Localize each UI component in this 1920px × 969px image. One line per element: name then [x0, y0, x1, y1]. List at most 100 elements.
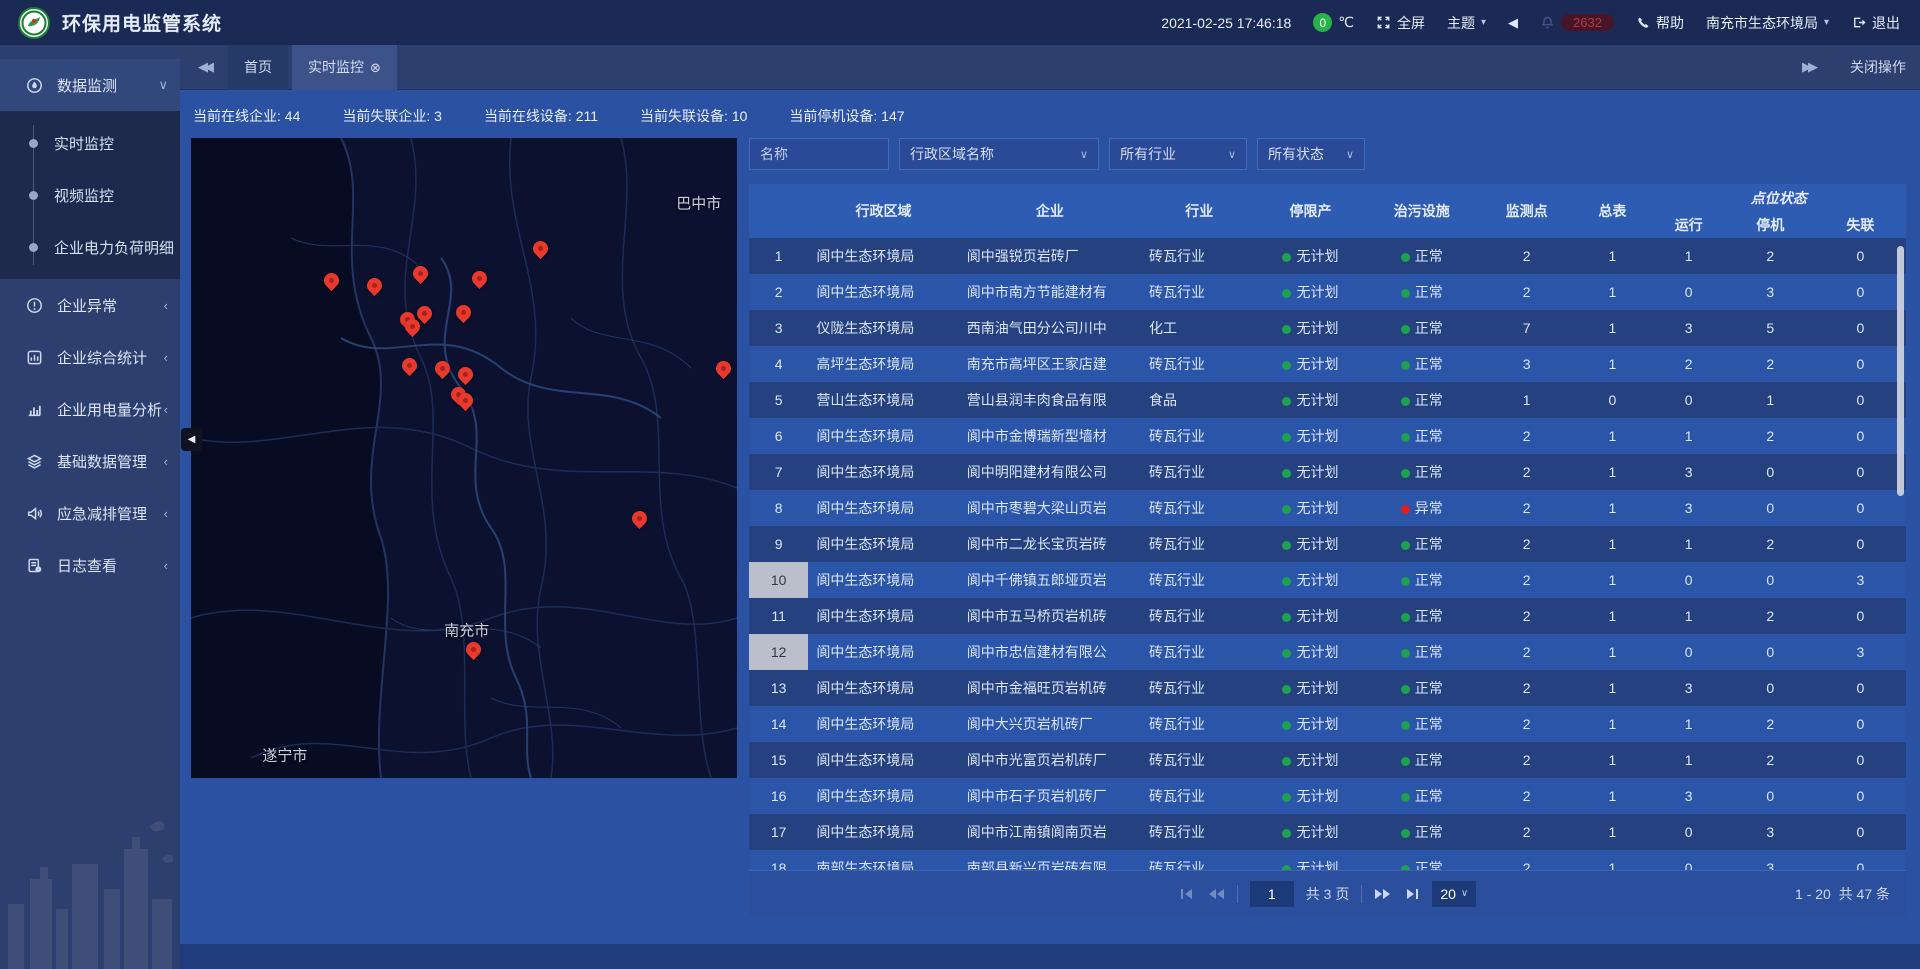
app-logo-icon	[18, 7, 50, 39]
name-search-input[interactable]: 名称	[749, 138, 889, 170]
status-dot-green	[1401, 469, 1410, 478]
app-header: 环保用电监管系统 2021-02-25 17:46:18 0 ℃ 全屏 主题▾ …	[0, 0, 1920, 45]
status-dot-green	[1282, 505, 1291, 514]
sidebar-item-company-stats[interactable]: 企业综合统计‹	[0, 331, 180, 383]
map-pin[interactable]	[533, 241, 549, 257]
log-icon	[26, 557, 44, 574]
tabs-scroll-left-icon[interactable]: ◀◀	[188, 59, 220, 75]
map-pin[interactable]	[405, 319, 421, 335]
map-pin[interactable]	[472, 271, 488, 287]
table-row[interactable]: 7阆中生态环境局阆中明阳建材有限公司砖瓦行业无计划正常21300	[749, 454, 1906, 490]
help-button[interactable]: 帮助	[1636, 13, 1684, 33]
industry-select[interactable]: 所有行业 ∨	[1109, 138, 1247, 170]
tab-realtime-monitor[interactable]: 实时监控⊗	[292, 45, 397, 90]
next-page-icon[interactable]	[1374, 887, 1392, 901]
map-pin[interactable]	[324, 273, 340, 289]
map-pin[interactable]	[367, 278, 383, 294]
table-row[interactable]: 16阆中生态环境局阆中市石子页岩机砖厂砖瓦行业无计划正常21300	[749, 778, 1906, 814]
sidebar-subitem[interactable]: 实时监控	[0, 117, 180, 169]
bullet-icon	[29, 191, 38, 200]
sidebar-subitem[interactable]: 视频监控	[0, 169, 180, 221]
map-pin[interactable]	[466, 642, 482, 658]
datetime: 2021-02-25 17:46:18	[1161, 15, 1291, 31]
table-row[interactable]: 15阆中生态环境局阆中市光富页岩机砖厂砖瓦行业无计划正常21120	[749, 742, 1906, 778]
sidebar-item-company-abnormal[interactable]: 企业异常‹	[0, 279, 180, 331]
col-lost: 失联	[1815, 211, 1906, 238]
status-dot-green	[1282, 721, 1291, 730]
table-row[interactable]: 4高坪生态环境局南充市高坪区王家店建砖瓦行业无计划正常31220	[749, 346, 1906, 382]
close-operations-button[interactable]: 关闭操作	[1850, 57, 1906, 77]
speaker-icon: ◀	[1508, 15, 1518, 31]
temperature-unit: ℃	[1338, 14, 1354, 31]
table-row[interactable]: 3仪陇生态环境局西南油气田分公司川中化工无计划正常71350	[749, 310, 1906, 346]
status-dot-green	[1282, 649, 1291, 658]
status-dot-green	[1282, 397, 1291, 406]
speaker-button[interactable]: ◀	[1508, 15, 1518, 31]
table-row[interactable]: 14阆中生态环境局阆中大兴页岩机砖厂砖瓦行业无计划正常21120	[749, 706, 1906, 742]
map-overlays: 巴中市南充市遂宁市	[191, 138, 737, 778]
chevron-left-icon: ‹	[164, 558, 168, 573]
status-dot-green	[1401, 397, 1410, 406]
map-pin[interactable]	[435, 361, 451, 377]
temperature: 0 ℃	[1313, 13, 1354, 32]
table-row[interactable]: 11阆中生态环境局阆中市五马桥页岩机砖砖瓦行业无计划正常21120	[749, 598, 1906, 634]
fullscreen-button[interactable]: 全屏	[1376, 13, 1425, 33]
table-row[interactable]: 17阆中生态环境局阆中市江南镇阆南页岩砖瓦行业无计划正常21030	[749, 814, 1906, 850]
sidebar-item-logs[interactable]: 日志查看‹	[0, 539, 180, 591]
table-row[interactable]: 1阆中生态环境局阆中强锐页岩砖厂砖瓦行业无计划正常21120	[749, 238, 1906, 274]
map-panel[interactable]: ◀ 巴中市南充市遂宁市	[191, 138, 737, 778]
phone-icon	[1636, 16, 1650, 30]
bullet-icon	[29, 243, 38, 252]
chevron-down-icon: ▾	[1481, 17, 1486, 28]
notifications[interactable]: 2632	[1540, 14, 1614, 31]
table-row[interactable]: 18南部生态环境局南部县新兴页岩砖有限砖瓦行业无计划正常21030	[749, 850, 1906, 870]
status-dot-green	[1282, 757, 1291, 766]
page-number-input[interactable]: 1	[1250, 881, 1294, 907]
table-row[interactable]: 12阆中生态环境局阆中市忠信建材有限公砖瓦行业无计划正常21003	[749, 634, 1906, 670]
table-row[interactable]: 9阆中生态环境局阆中市二龙长宝页岩砖砖瓦行业无计划正常21120	[749, 526, 1906, 562]
sidebar-subitem[interactable]: 企业电力负荷明细	[0, 221, 180, 273]
region-select[interactable]: 行政区域名称 ∨	[899, 138, 1099, 170]
status-dot-green	[1401, 721, 1410, 730]
pagination-range: 1 - 20 共 47 条	[1795, 884, 1906, 904]
gauge-icon	[26, 77, 44, 94]
logout-button[interactable]: 退出	[1851, 13, 1900, 33]
map-collapse-button[interactable]: ◀	[181, 428, 202, 451]
sidebar-item-data-monitor[interactable]: 数据监测∨	[0, 59, 180, 111]
map-pin[interactable]	[458, 393, 474, 409]
theme-menu[interactable]: 主题▾	[1447, 13, 1486, 33]
page-size-select[interactable]: 20∨	[1432, 881, 1476, 907]
map-pin[interactable]	[632, 511, 648, 527]
close-tab-icon[interactable]: ⊗	[370, 60, 381, 75]
table-row[interactable]: 5营山生态环境局营山县润丰肉食品有限食品无计划正常10010	[749, 382, 1906, 418]
last-page-icon[interactable]	[1404, 887, 1420, 901]
sidebar-item-power-analysis[interactable]: 企业用电量分析‹	[0, 383, 180, 435]
table-row[interactable]: 10阆中生态环境局阆中千佛镇五郎垭页岩砖瓦行业无计划正常21003	[749, 562, 1906, 598]
table-scrollbar[interactable]	[1897, 246, 1904, 496]
status-select[interactable]: 所有状态 ∨	[1257, 138, 1365, 170]
logout-icon	[1851, 15, 1866, 30]
prev-page-icon[interactable]	[1207, 887, 1225, 901]
sidebar-item-base-data[interactable]: 基础数据管理‹	[0, 435, 180, 487]
table-row[interactable]: 8阆中生态环境局阆中市枣碧大梁山页岩砖瓦行业无计划异常21300	[749, 490, 1906, 526]
map-pin[interactable]	[456, 305, 472, 321]
table-row[interactable]: 6阆中生态环境局阆中市金博瑞新型墙材砖瓦行业无计划正常21120	[749, 418, 1906, 454]
tab-home[interactable]: 首页	[228, 45, 288, 90]
map-pin[interactable]	[458, 367, 474, 383]
table-row[interactable]: 2阆中生态环境局阆中市南方节能建材有砖瓦行业无计划正常21030	[749, 274, 1906, 310]
chart-icon	[26, 401, 44, 418]
first-page-icon[interactable]	[1179, 887, 1195, 901]
table-row[interactable]: 13阆中生态环境局阆中市金福旺页岩机砖砖瓦行业无计划正常21300	[749, 670, 1906, 706]
city-skyline-decoration	[0, 809, 180, 969]
sidebar-item-emergency[interactable]: 应急减排管理‹	[0, 487, 180, 539]
city-label: 遂宁市	[262, 744, 307, 765]
chevron-down-icon: ∨	[1080, 148, 1088, 161]
map-pin[interactable]	[413, 266, 429, 282]
map-pin[interactable]	[716, 361, 732, 377]
city-label: 巴中市	[676, 193, 721, 214]
status-dot-green	[1282, 253, 1291, 262]
tabs-scroll-right-icon[interactable]: ▶▶	[1792, 59, 1824, 75]
tab-bar: ◀◀ 首页 实时监控⊗ ▶▶ 关闭操作	[180, 45, 1920, 90]
map-pin[interactable]	[402, 358, 418, 374]
org-menu[interactable]: 南充市生态环境局▾	[1706, 13, 1829, 33]
